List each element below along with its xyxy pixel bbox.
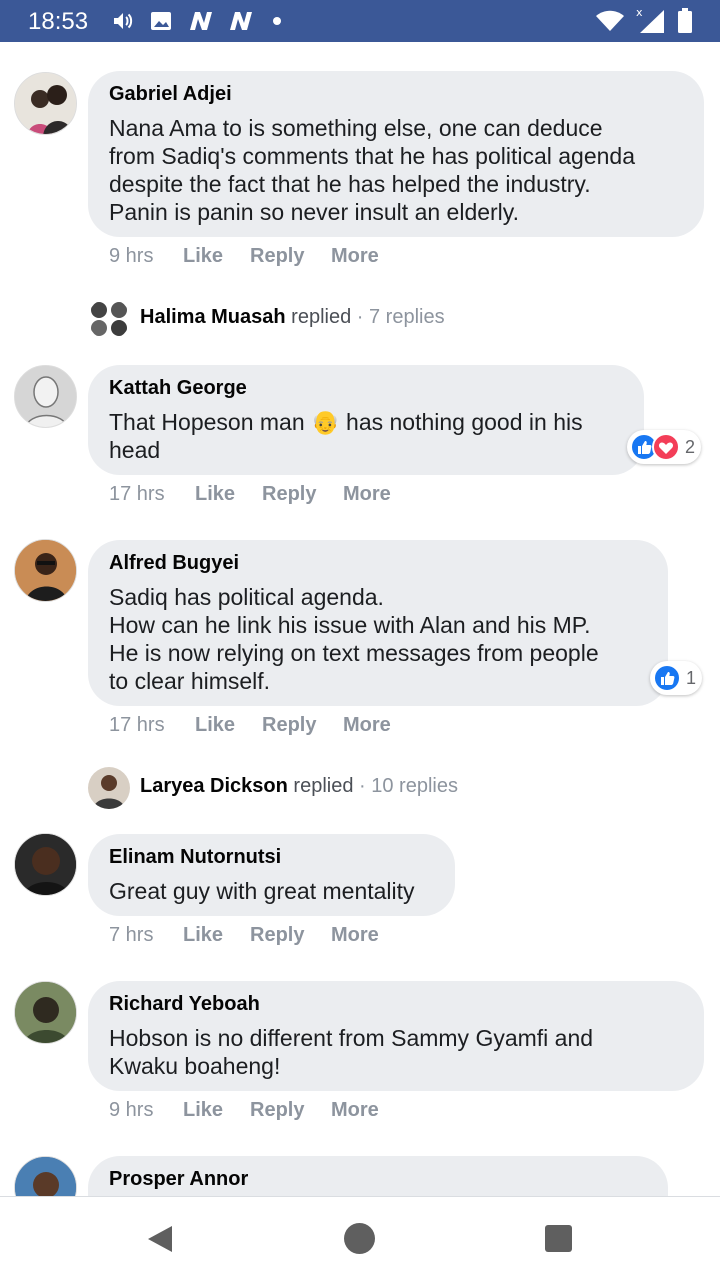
more-button[interactable]: More bbox=[331, 1099, 379, 1122]
avatar[interactable] bbox=[14, 365, 77, 428]
image-icon bbox=[151, 12, 171, 30]
reply-verb: replied bbox=[293, 775, 354, 797]
comment-bubble[interactable]: Gabriel Adjei Nana Ama to is something e… bbox=[88, 71, 704, 237]
back-icon[interactable] bbox=[146, 1224, 174, 1254]
comment-text: That Hopeson man 👴 has nothing good in h… bbox=[109, 409, 583, 463]
comment-author[interactable]: Prosper Annor bbox=[109, 1167, 648, 1191]
battery-icon bbox=[678, 8, 692, 33]
comment-bubble[interactable]: Prosper Annor bbox=[88, 1156, 668, 1196]
reactions-badge[interactable]: 1 bbox=[650, 661, 703, 695]
replies-summary[interactable]: Halima Muasah replied · 7 replies bbox=[88, 298, 708, 340]
comment-time[interactable]: 17 hrs bbox=[109, 483, 165, 506]
comment-time[interactable]: 7 hrs bbox=[109, 924, 153, 947]
like-button[interactable]: Like bbox=[183, 924, 223, 947]
like-button[interactable]: Like bbox=[183, 1099, 223, 1122]
comment-author[interactable]: Kattah George bbox=[109, 376, 624, 400]
replies-summary[interactable]: Laryea Dickson replied · 10 replies bbox=[88, 767, 708, 809]
reply-button[interactable]: Reply bbox=[250, 1099, 304, 1122]
reply-button[interactable]: Reply bbox=[250, 924, 304, 947]
comment-bubble[interactable]: Elinam Nutornutsi Great guy with great m… bbox=[88, 834, 455, 916]
home-icon[interactable] bbox=[344, 1223, 375, 1254]
avatar[interactable] bbox=[14, 833, 77, 896]
avatar[interactable] bbox=[14, 981, 77, 1044]
more-button[interactable]: More bbox=[343, 483, 391, 506]
comment-text: Nana Ama to is something else, one can d… bbox=[109, 115, 636, 225]
comment-bubble[interactable]: Alfred Bugyei Sadiq has political agenda… bbox=[88, 540, 668, 706]
more-button[interactable]: More bbox=[343, 714, 391, 737]
more-button[interactable]: More bbox=[331, 924, 379, 947]
comment-bubble[interactable]: Richard Yeboah Hobson is no different fr… bbox=[88, 981, 704, 1091]
wifi-icon bbox=[596, 10, 624, 31]
status-time: 18:53 bbox=[28, 8, 89, 35]
comment-text: Sadiq has political agenda. How can he l… bbox=[109, 584, 599, 694]
volume-icon bbox=[114, 13, 133, 29]
reply-button[interactable]: Reply bbox=[262, 714, 316, 737]
avatar[interactable] bbox=[14, 72, 77, 135]
status-bar: 18:53 x bbox=[0, 0, 720, 42]
avatar[interactable] bbox=[14, 1156, 77, 1196]
more-button[interactable]: More bbox=[331, 245, 379, 268]
comment-time[interactable]: 9 hrs bbox=[109, 1099, 153, 1122]
avatar[interactable] bbox=[14, 539, 77, 602]
reply-button[interactable]: Reply bbox=[250, 245, 304, 268]
signal-icon: x bbox=[636, 6, 664, 33]
reply-count: · 10 replies bbox=[359, 775, 458, 797]
reply-button[interactable]: Reply bbox=[262, 483, 316, 506]
navigation-bar bbox=[0, 1196, 720, 1280]
comment-text: Hobson is no different from Sammy Gyamfi… bbox=[109, 1025, 594, 1079]
comment-time[interactable]: 9 hrs bbox=[109, 245, 153, 268]
reply-author: Laryea Dickson bbox=[140, 775, 288, 797]
comment-author[interactable]: Gabriel Adjei bbox=[109, 82, 684, 106]
love-reaction-icon bbox=[652, 433, 680, 461]
svg-text:x: x bbox=[636, 6, 643, 19]
n-app-icon bbox=[190, 12, 212, 30]
like-reaction-icon bbox=[653, 664, 681, 692]
avatar bbox=[88, 298, 130, 340]
recent-apps-icon[interactable] bbox=[545, 1225, 572, 1252]
reply-verb: replied bbox=[291, 306, 352, 328]
like-button[interactable]: Like bbox=[195, 483, 235, 506]
comment-author[interactable]: Richard Yeboah bbox=[109, 992, 684, 1016]
avatar bbox=[88, 767, 130, 809]
comments-list[interactable]: Gabriel Adjei Nana Ama to is something e… bbox=[0, 42, 720, 1196]
reaction-count: 1 bbox=[686, 667, 697, 688]
reaction-count: 2 bbox=[685, 436, 696, 457]
like-button[interactable]: Like bbox=[195, 714, 235, 737]
like-button[interactable]: Like bbox=[183, 245, 223, 268]
comment-time[interactable]: 17 hrs bbox=[109, 714, 165, 737]
comment-bubble[interactable]: Kattah George That Hopeson man 👴 has not… bbox=[88, 365, 644, 475]
reply-count: · 7 replies bbox=[356, 306, 445, 328]
notification-dot-icon bbox=[273, 17, 281, 25]
comment-author[interactable]: Elinam Nutornutsi bbox=[109, 845, 435, 869]
reactions-badge[interactable]: 2 bbox=[627, 430, 702, 464]
reply-author: Halima Muasah bbox=[140, 306, 286, 328]
n-app-icon bbox=[230, 12, 252, 30]
comment-text: Great guy with great mentality bbox=[109, 878, 415, 904]
comment-author[interactable]: Alfred Bugyei bbox=[109, 551, 648, 575]
